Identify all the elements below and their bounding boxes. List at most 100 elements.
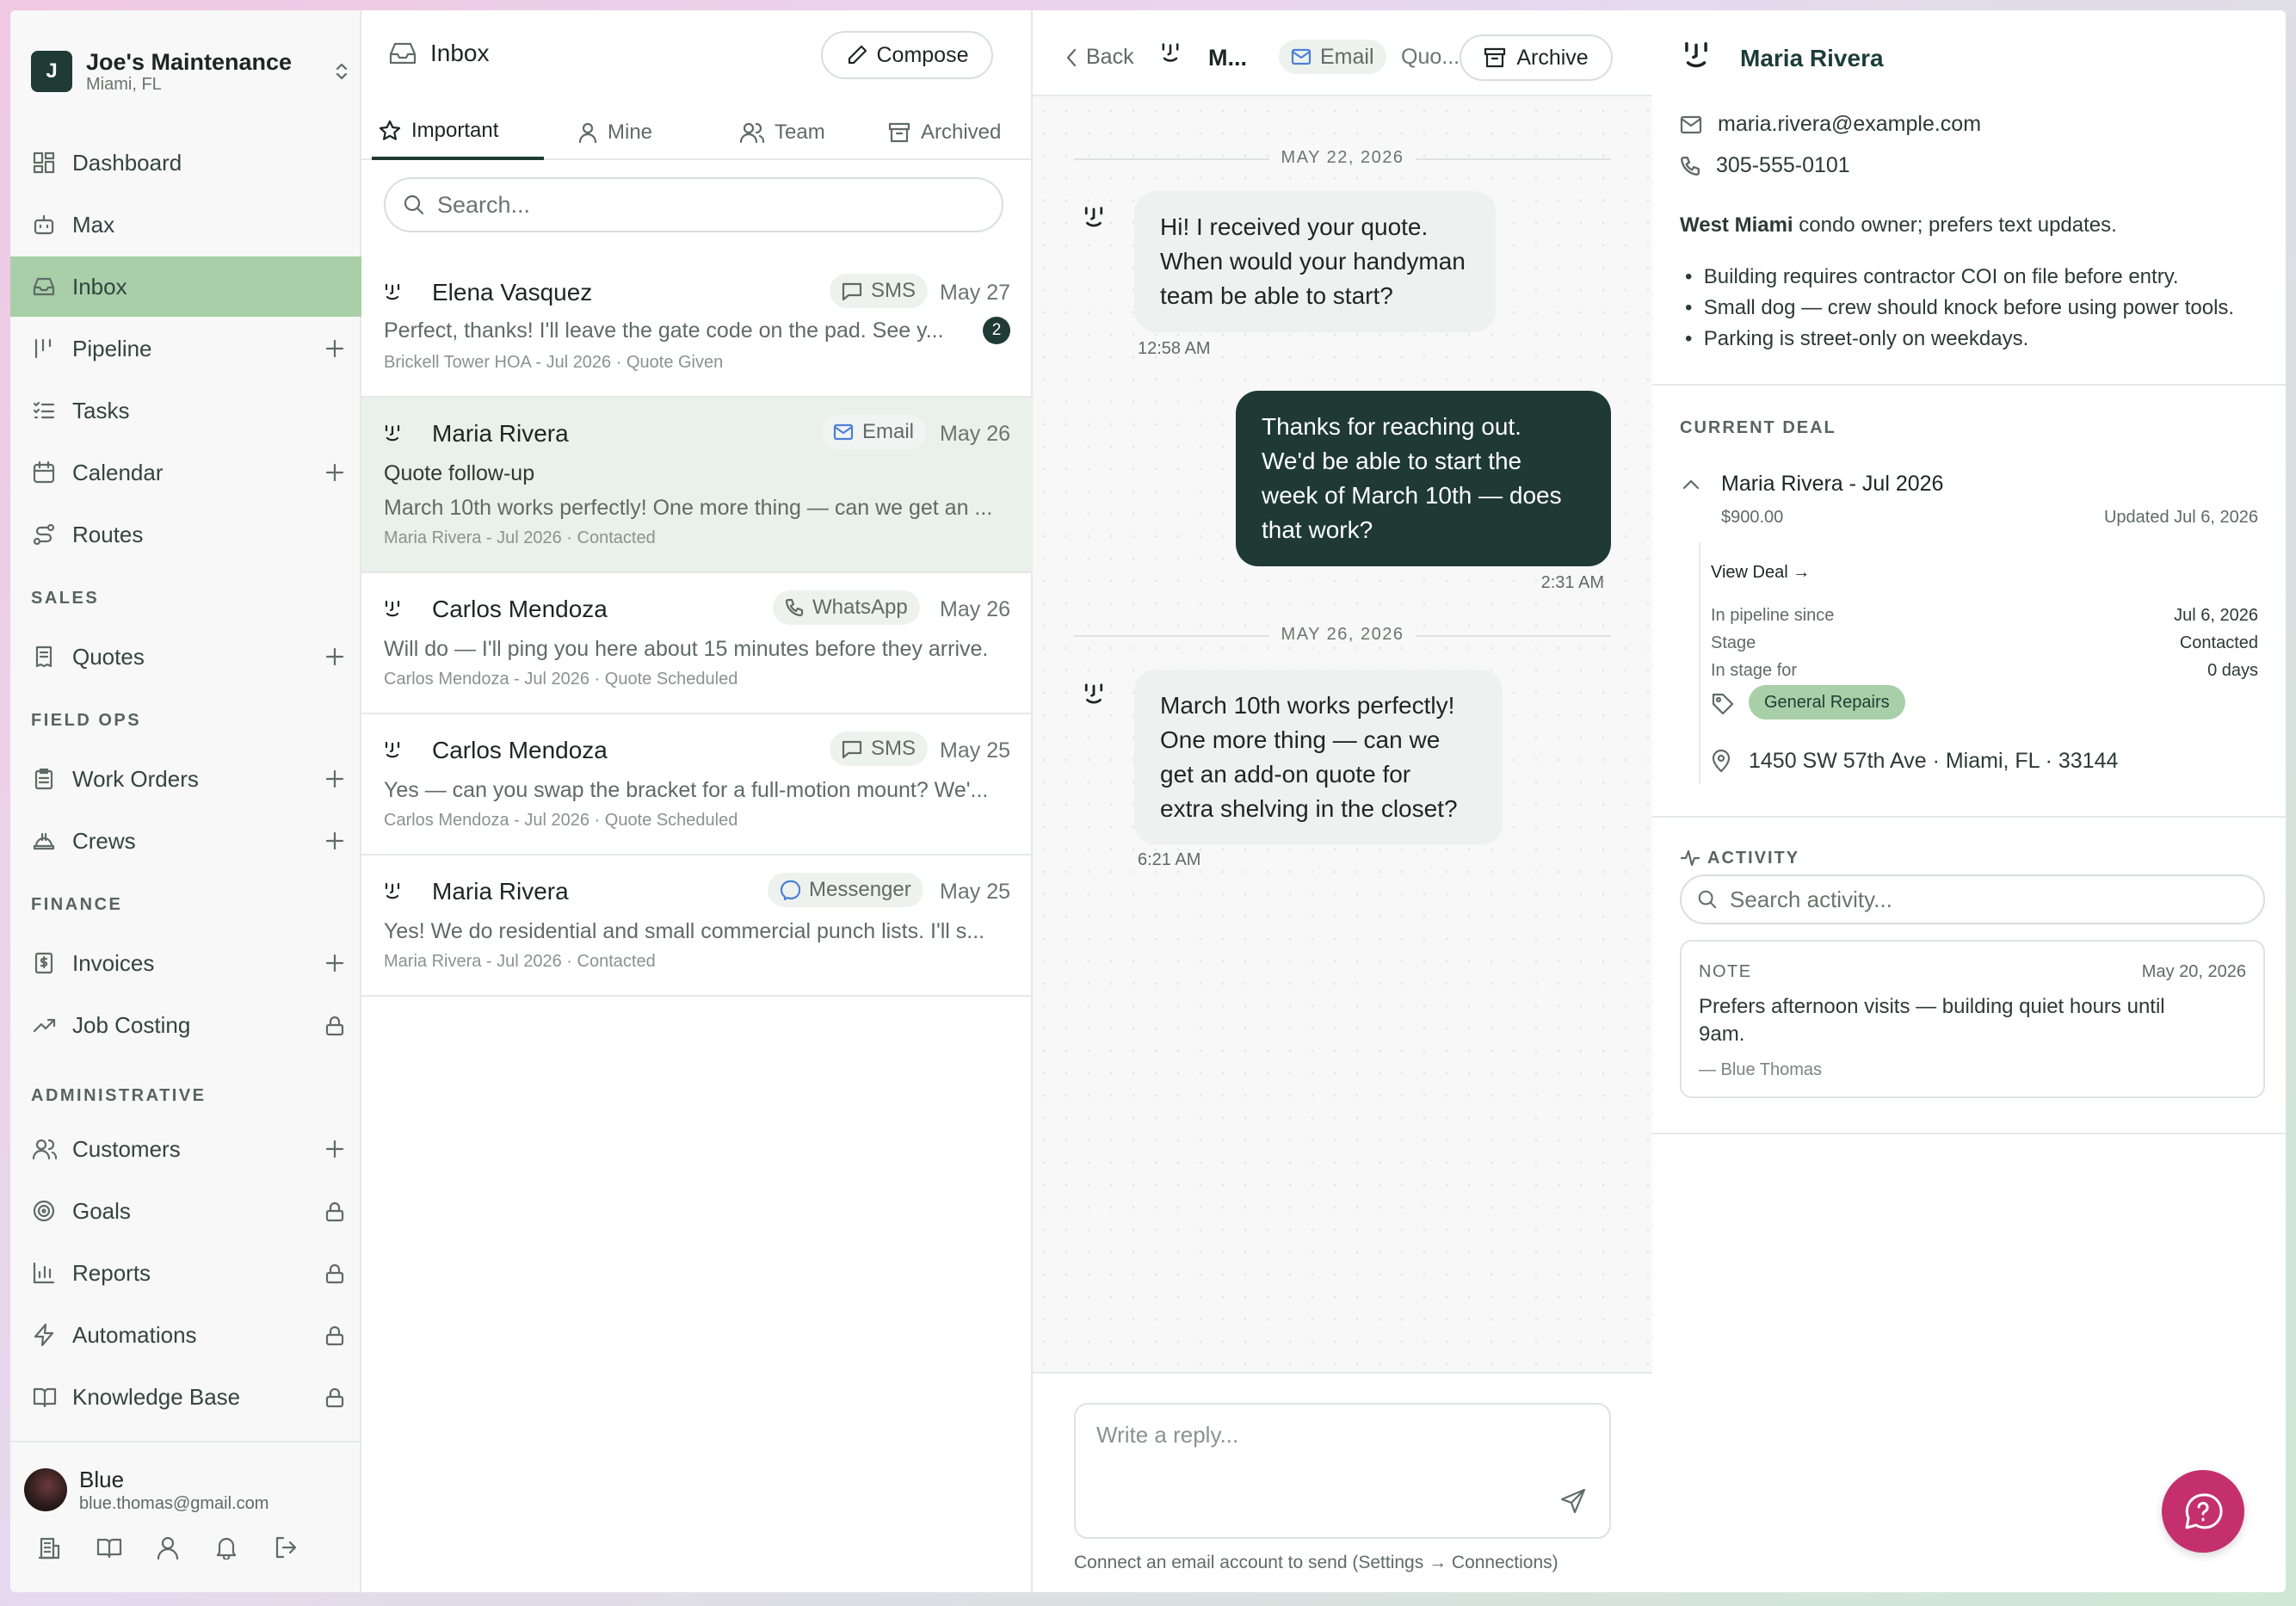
- nav-label: Reports: [72, 1259, 151, 1286]
- contact-note-text: Building requires contractor COI on file…: [1703, 265, 2179, 288]
- archive-button[interactable]: Archive: [1460, 34, 1613, 81]
- note-label: NOTE: [1699, 962, 1752, 981]
- nav-quotes[interactable]: Quotes: [10, 627, 361, 687]
- tab-important[interactable]: Important: [372, 105, 544, 160]
- nav-job-costing[interactable]: Job Costing: [10, 995, 361, 1055]
- message-line: team be able to start?: [1160, 282, 1393, 309]
- nav-routes[interactable]: Routes: [10, 504, 361, 565]
- nav-label: Invoices: [72, 949, 155, 976]
- compose-button[interactable]: Compose: [821, 31, 993, 79]
- conversation-name: Carlos Mendoza: [432, 596, 608, 622]
- nav-label: Crews: [72, 827, 136, 854]
- nav-invoices[interactable]: Invoices: [10, 933, 361, 993]
- note-line: 9am.: [1699, 1022, 1745, 1046]
- avatar[interactable]: [24, 1468, 67, 1511]
- message-line: week of March 10th — does: [1262, 482, 1562, 509]
- contact-phone-row[interactable]: 305-555-0101: [1680, 153, 1850, 178]
- search-placeholder: Search...: [437, 191, 531, 218]
- divider: [1652, 816, 2286, 818]
- chevron-updown-icon: [336, 63, 348, 80]
- conversation-item[interactable]: Carlos Mendoza SMS May 25 Yes — can you …: [361, 714, 1033, 856]
- conversation-name: Maria Rivera: [432, 878, 569, 905]
- conversation-item[interactable]: Maria Rivera Messenger May 25 Yes! We do…: [361, 856, 1033, 997]
- phone-icon: [785, 598, 804, 617]
- conversation-date: May 26: [940, 597, 1010, 621]
- face-icon: [385, 283, 400, 300]
- nav-pipeline[interactable]: Pipeline: [10, 318, 361, 379]
- help-chat-button[interactable]: [2162, 1470, 2244, 1553]
- stage-value: Contacted: [2179, 633, 2258, 652]
- hard-hat-icon: [33, 832, 55, 850]
- reply-input[interactable]: Write a reply...: [1074, 1403, 1611, 1539]
- tab-team[interactable]: Team: [740, 105, 825, 160]
- email-connect-hint: Connect an email account to send (Settin…: [1074, 1553, 1558, 1572]
- activity-search-input[interactable]: Search activity...: [1680, 874, 2265, 924]
- logout-icon[interactable]: [274, 1535, 298, 1560]
- nav-label: Knowledge Base: [72, 1383, 241, 1410]
- conversation-item[interactable]: Elena Vasquez SMS May 27 Perfect, thanks…: [361, 256, 1033, 398]
- tab-archived[interactable]: Archived: [888, 105, 1001, 160]
- channel-chip: WhatsApp: [773, 590, 920, 625]
- conversation-preview: Yes — can you swap the bracket for a ful…: [384, 778, 989, 802]
- plus-icon[interactable]: [325, 339, 344, 358]
- workspace-switcher[interactable]: J Joe's Maintenance Miami, FL: [31, 41, 358, 102]
- archive-label: Archive: [1516, 45, 1589, 70]
- nav-goals[interactable]: Goals: [10, 1181, 361, 1241]
- nav-knowledge-base[interactable]: Knowledge Base: [10, 1367, 361, 1427]
- message-square-icon: [842, 740, 862, 758]
- conversation-preview: March 10th works perfectly! One more thi…: [384, 496, 993, 520]
- nav-dashboard[interactable]: Dashboard: [10, 133, 361, 193]
- message-time: 12:58 AM: [1138, 339, 1211, 358]
- nav-label: Customers: [72, 1135, 181, 1162]
- conversation-item[interactable]: Maria Rivera Email May 26 Quote follow-u…: [361, 398, 1033, 573]
- nav-calendar[interactable]: Calendar: [10, 442, 361, 503]
- nav-tasks[interactable]: Tasks: [10, 380, 361, 441]
- inbox-search-input[interactable]: Search...: [384, 177, 1003, 232]
- user-icon[interactable]: [157, 1535, 179, 1560]
- deal-tag[interactable]: General Repairs: [1749, 685, 1905, 720]
- clipboard-icon: [34, 768, 53, 790]
- message-time: 2:31 AM: [1540, 573, 1604, 592]
- chevron-up-icon[interactable]: [1682, 479, 1700, 491]
- conversation-preview: Perfect, thanks! I'll leave the gate cod…: [384, 318, 944, 343]
- plus-icon[interactable]: [325, 1140, 344, 1158]
- nav-reports[interactable]: Reports: [10, 1243, 361, 1303]
- thread-panel: Back M... Email Quo... Archive MAY 22, 2…: [1033, 10, 1652, 1592]
- message-line: get an add-on quote for: [1160, 761, 1411, 788]
- nav-max[interactable]: Max: [10, 195, 361, 255]
- archive-icon: [1484, 47, 1506, 68]
- face-icon: [1162, 43, 1179, 62]
- plus-icon[interactable]: [325, 831, 344, 850]
- nav-crews[interactable]: Crews: [10, 811, 361, 871]
- nav-automations[interactable]: Automations: [10, 1305, 361, 1365]
- nav-label: Automations: [72, 1321, 197, 1348]
- divider: [1652, 384, 2286, 386]
- plus-icon[interactable]: [325, 463, 344, 482]
- conversation-item[interactable]: Carlos Mendoza WhatsApp May 26 Will do —…: [361, 573, 1033, 714]
- book-open-icon[interactable]: [96, 1535, 122, 1560]
- plus-icon[interactable]: [325, 954, 344, 973]
- building-icon[interactable]: [38, 1535, 62, 1560]
- chevron-left-icon: [1066, 48, 1077, 67]
- back-button[interactable]: Back: [1086, 45, 1134, 70]
- archive-icon: [888, 122, 910, 143]
- sidebar: J Joe's Maintenance Miami, FL Dashboard …: [10, 10, 361, 1592]
- message-square-icon: [842, 282, 862, 300]
- contact-email-row[interactable]: maria.rivera@example.com: [1680, 112, 1981, 137]
- nav-inbox[interactable]: Inbox: [10, 256, 361, 317]
- section-heading-field-ops: FIELD OPS: [31, 711, 142, 730]
- thread-subject: Quo...: [1401, 45, 1460, 69]
- workspace-name: Joe's Maintenance: [86, 48, 293, 75]
- face-icon: [1084, 683, 1103, 704]
- plus-icon[interactable]: [325, 769, 344, 788]
- view-deal-link[interactable]: View Deal →: [1711, 563, 1810, 583]
- plus-icon[interactable]: [325, 647, 344, 666]
- nav-work-orders[interactable]: Work Orders: [10, 749, 361, 809]
- tab-mine[interactable]: Mine: [578, 105, 652, 160]
- inbox-title: Inbox: [430, 40, 490, 66]
- map-pin-icon: [1712, 749, 1731, 773]
- message-bubble-incoming: March 10th works perfectly! One more thi…: [1134, 670, 1503, 845]
- send-icon[interactable]: [1559, 1487, 1587, 1515]
- nav-customers[interactable]: Customers: [10, 1119, 361, 1179]
- bell-icon[interactable]: [215, 1535, 238, 1560]
